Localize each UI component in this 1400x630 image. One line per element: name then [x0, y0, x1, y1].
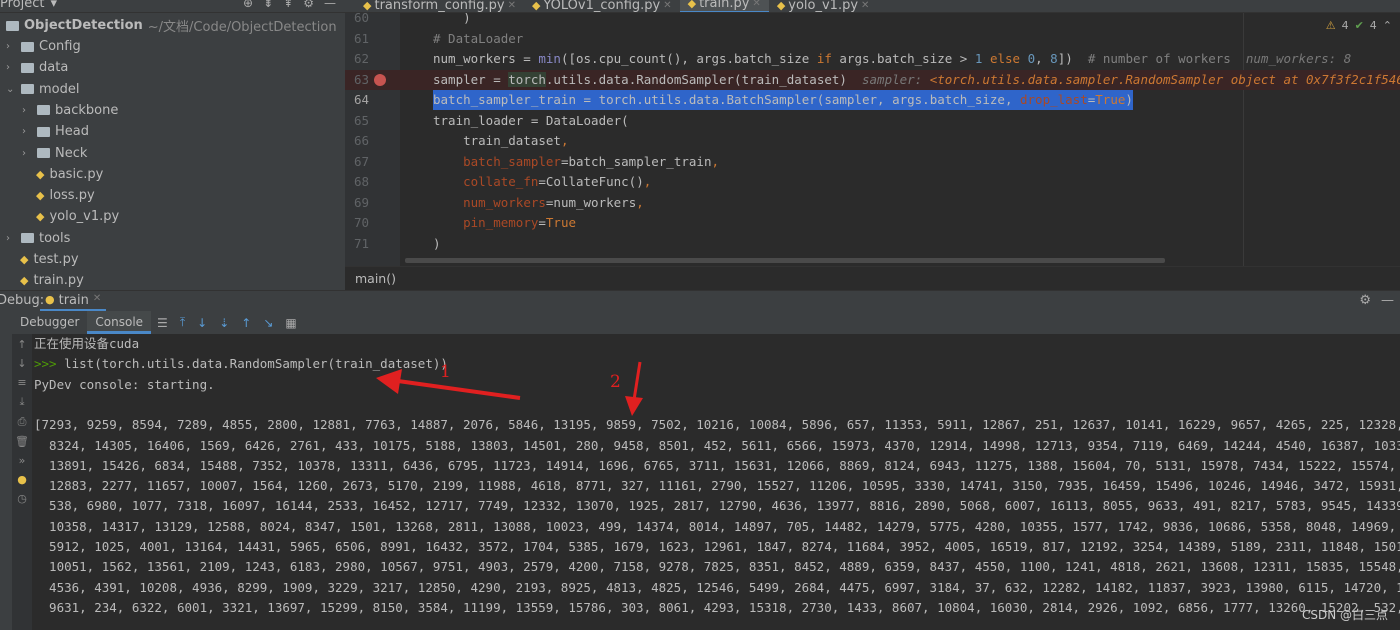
annotation-label-1: 1: [440, 362, 451, 382]
arrow-2: [625, 361, 643, 416]
annotation-label-2: 2: [610, 372, 621, 392]
annotation-arrows: [376, 361, 643, 416]
watermark: CSDN @白三点: [1301, 608, 1388, 622]
